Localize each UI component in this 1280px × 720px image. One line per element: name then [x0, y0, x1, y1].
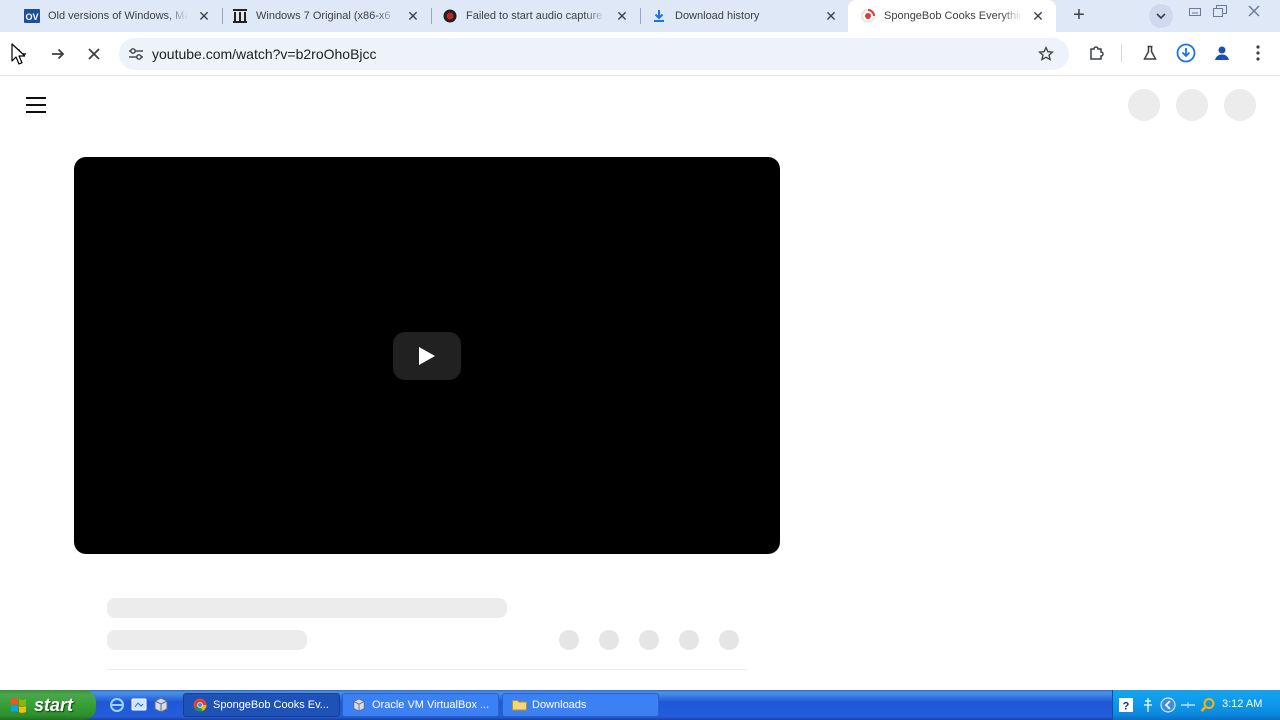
- close-icon[interactable]: ✕: [823, 8, 839, 24]
- action-placeholder: [599, 630, 619, 650]
- site-settings-icon[interactable]: [127, 45, 145, 63]
- folder-icon: [511, 697, 527, 713]
- tab-title: SpongeBob Cooks Everythin: [884, 10, 1022, 22]
- close-icon[interactable]: ✕: [1030, 8, 1046, 24]
- address-bar[interactable]: youtube.com/watch?v=b2roOhoBjcc: [119, 38, 1069, 70]
- placeholder-circle: [1176, 89, 1208, 121]
- close-icon: [88, 48, 100, 60]
- windows-flag-icon: [11, 698, 26, 713]
- network-icon[interactable]: [1140, 697, 1156, 713]
- tab-strip: OV Old versions of Windows, Ma ✕ Windows…: [0, 0, 1280, 32]
- more-vert-icon: [1256, 45, 1260, 61]
- archive-icon: [232, 8, 248, 24]
- tab-title: Windows 7 Original (x86-x6: [256, 9, 391, 22]
- play-button[interactable]: [393, 332, 461, 380]
- taskbar-item-chrome[interactable]: SpongeBob Cooks Ev...: [183, 693, 340, 717]
- taskbar: start SpongeBob Cooks Ev... Oracle VM Vi…: [0, 690, 1280, 720]
- tab-windows7[interactable]: Windows 7 Original (x86-x6 ✕: [208, 0, 431, 31]
- arrow-right-icon: [52, 48, 65, 60]
- youtube-icon: [860, 8, 876, 24]
- tab-title: Download history: [675, 9, 760, 22]
- mouse-cursor-icon: [11, 43, 25, 65]
- tab-audio-capture[interactable]: Failed to start audio capture ✕: [418, 0, 640, 31]
- oldversion-icon: OV: [24, 8, 40, 24]
- tab-title: Failed to start audio capture: [466, 9, 603, 22]
- chrome-icon: [192, 697, 208, 713]
- video-player[interactable]: [74, 157, 780, 554]
- clock: 3:12 AM: [1222, 698, 1263, 710]
- start-label: start: [34, 694, 74, 715]
- stop-loading-button[interactable]: [80, 40, 108, 68]
- minimize-button[interactable]: [1184, 2, 1206, 20]
- task-label: Oracle VM VirtualBox ...: [372, 699, 490, 711]
- action-placeholder: [639, 630, 659, 650]
- downloads-button[interactable]: [1172, 39, 1200, 67]
- volume-icon[interactable]: [1180, 697, 1196, 713]
- download-icon: [651, 8, 667, 24]
- tab-old-versions[interactable]: OV Old versions of Windows, Ma ✕: [0, 0, 222, 31]
- action-placeholder: [679, 630, 699, 650]
- action-placeholder: [559, 630, 579, 650]
- taskbar-item-virtualbox[interactable]: Oracle VM VirtualBox ...: [342, 693, 499, 717]
- placeholder-circle: [1224, 89, 1256, 121]
- bookmark-star-icon[interactable]: [1037, 45, 1055, 63]
- puzzle-icon: [1090, 46, 1104, 60]
- tab-download-history[interactable]: Download history ✕: [627, 0, 849, 31]
- flask-icon: [1143, 45, 1157, 60]
- divider: [107, 669, 747, 670]
- avatar-icon: [1215, 46, 1229, 60]
- task-label: SpongeBob Cooks Ev...: [213, 699, 329, 711]
- play-icon: [419, 347, 435, 365]
- labs-button[interactable]: [1136, 39, 1164, 67]
- action-placeholder: [719, 630, 739, 650]
- task-label: Downloads: [532, 699, 587, 711]
- help-icon[interactable]: ?: [1118, 697, 1134, 713]
- channel-placeholder: [107, 630, 307, 650]
- toolbar-separator: [1121, 44, 1122, 62]
- internet-explorer-icon[interactable]: [108, 696, 126, 714]
- forward-button[interactable]: [44, 40, 72, 68]
- taskbar-item-downloads[interactable]: Downloads: [502, 693, 659, 717]
- show-desktop-icon[interactable]: [130, 696, 148, 714]
- profile-button[interactable]: [1208, 39, 1236, 67]
- extensions-button[interactable]: [1083, 39, 1111, 67]
- placeholder-circle: [1128, 89, 1160, 121]
- tab-spongebob[interactable]: SpongeBob Cooks Everythin ✕: [848, 0, 1056, 32]
- chevron-down-icon: [1156, 13, 1166, 19]
- svg-text:OV: OV: [25, 12, 38, 22]
- virtualbox-quicklaunch-icon[interactable]: [152, 696, 170, 714]
- menu-kebab-button[interactable]: [1244, 39, 1272, 67]
- download-progress-icon: [1176, 43, 1196, 63]
- title-placeholder: [107, 598, 507, 618]
- new-tab-button[interactable]: +: [1069, 5, 1089, 25]
- tab-title: Old versions of Windows, Ma: [48, 9, 188, 22]
- update-icon[interactable]: [1160, 697, 1176, 713]
- close-window-button[interactable]: [1243, 2, 1265, 20]
- tab-search-button[interactable]: [1149, 4, 1173, 28]
- url-text[interactable]: youtube.com/watch?v=b2roOhoBjcc: [152, 46, 377, 62]
- svg-text:?: ?: [1123, 701, 1130, 713]
- virtualbox-icon: [351, 697, 367, 713]
- record-icon: [442, 8, 458, 24]
- search-icon[interactable]: [1200, 697, 1216, 713]
- start-button[interactable]: start: [0, 690, 96, 720]
- hamburger-menu-icon[interactable]: [26, 97, 46, 113]
- restore-button[interactable]: [1209, 2, 1231, 20]
